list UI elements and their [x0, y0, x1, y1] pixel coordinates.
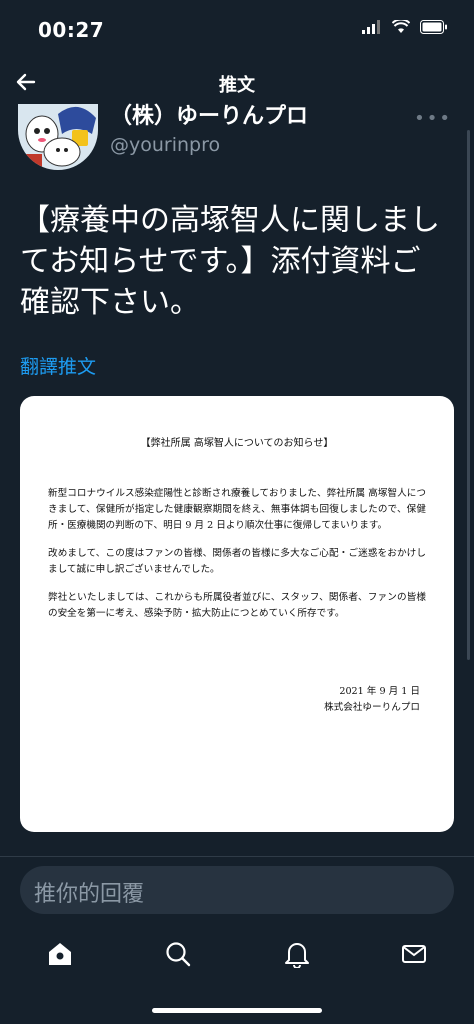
tweet-line: 確認下さい。	[20, 285, 200, 320]
reply-input[interactable]: 推你的回覆	[20, 866, 454, 914]
document-paragraph: 弊社といたしましては、これからも所属役者並びに、スタッフ、関係者、ファンの皆様の…	[48, 592, 426, 619]
home-icon	[49, 943, 71, 965]
tab-home[interactable]	[44, 938, 76, 970]
avatar[interactable]	[18, 104, 98, 170]
tab-search[interactable]	[162, 938, 194, 970]
home-indicator[interactable]	[152, 1008, 322, 1013]
page-title: 推文	[219, 75, 255, 96]
avatar-illustration-icon	[18, 104, 98, 170]
scrollbar[interactable]	[467, 130, 470, 660]
tweet-line: 【療養中の高塚智人に関しまし	[20, 203, 440, 238]
document-company: 株式会社ゆーりんプロ	[324, 702, 420, 713]
attached-image[interactable]: 【弊社所属 高塚智人についてのお知らせ】 新型コロナウイルス感染症陽性と診断され…	[20, 396, 454, 832]
status-time: 00:27	[38, 18, 105, 42]
nav-bar: 推文	[0, 62, 474, 106]
notifications-icon	[285, 943, 309, 968]
search-icon	[166, 942, 191, 967]
tweet-text: 【療養中の高塚智人に関しまし てお知らせです。】添付資料ご 確認下さい。	[20, 200, 460, 323]
messages-icon	[402, 945, 426, 963]
tab-bar	[0, 930, 474, 980]
status-bar: 00:27	[0, 0, 474, 60]
more-options-icon[interactable]: •••	[414, 108, 452, 129]
tab-notifications[interactable]	[281, 938, 313, 970]
document-paragraph: 新型コロナウイルス感染症陽性と診断され療養しておりました、弊社所属 高塚智人につ…	[48, 488, 426, 531]
document-paragraph: 改めまして、この度はファンの皆様、関係者の皆様に多大なご心配・ご迷惑をおかけしま…	[48, 548, 426, 575]
divider	[0, 856, 474, 857]
signal-icon	[362, 20, 380, 34]
document-date: 2021 年 9 月 1 日	[339, 686, 420, 697]
tweet-line: てお知らせです。】添付資料ご	[20, 244, 421, 279]
status-icons	[362, 20, 448, 34]
translate-tweet-link[interactable]: 翻譯推文	[20, 352, 96, 379]
battery-icon	[420, 20, 447, 34]
tab-messages[interactable]	[398, 938, 430, 970]
author-name[interactable]: （株）ゆーりんプロ	[110, 104, 308, 130]
document-title: 【弊社所属 高塚智人についてのお知らせ】	[140, 438, 334, 449]
author-handle[interactable]: @yourinpro	[110, 134, 220, 156]
document-body: 新型コロナウイルス感染症陽性と診断され療養しておりました、弊社所属 高塚智人につ…	[48, 486, 426, 634]
reply-placeholder: 推你的回覆	[34, 882, 145, 907]
document-signature: 2021 年 9 月 1 日 株式会社ゆーりんプロ	[324, 684, 420, 716]
wifi-icon	[392, 20, 410, 33]
